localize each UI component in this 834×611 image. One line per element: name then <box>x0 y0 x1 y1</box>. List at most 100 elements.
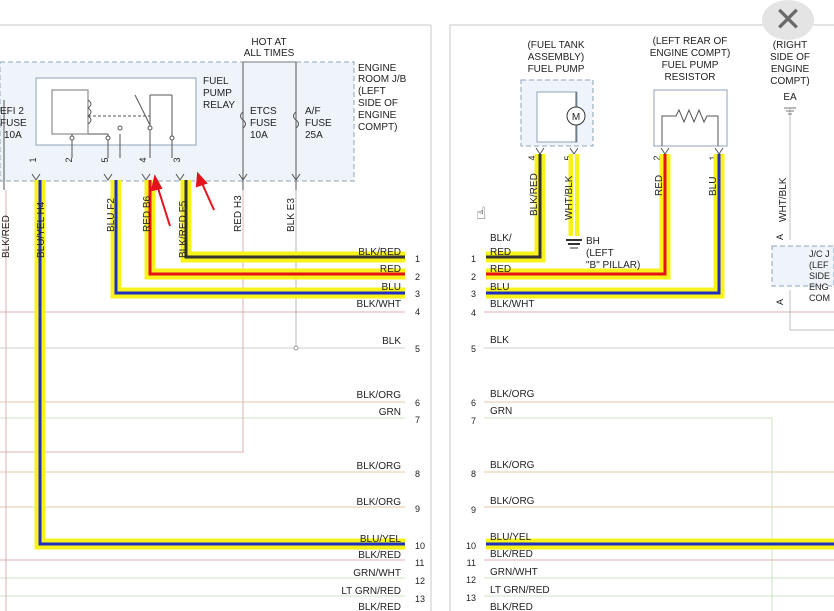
svg-text:A: A <box>775 299 785 305</box>
right-row-pin: 3 <box>471 289 476 299</box>
fuel-tank-label: (FUEL TANK ASSEMBLY) FUEL PUMP <box>527 40 584 75</box>
right-row-label: BLK/ORG <box>490 496 535 507</box>
svg-text:(FUEL TANK: (FUEL TANK <box>527 40 584 51</box>
engine-room-jb-label: ENGINE ROOM J/B (LEFT SIDE OF ENGINE COM… <box>358 63 407 133</box>
left-row-pin: 11 <box>415 558 424 568</box>
svg-text:FUEL PUMP: FUEL PUMP <box>528 64 585 75</box>
right-row-pin: 5 <box>471 344 476 354</box>
pump-pin-numbers: 4 5 2 1 <box>527 155 718 160</box>
svg-text:ENGINE: ENGINE <box>771 64 810 75</box>
right-row-label: RED <box>490 264 511 275</box>
right-row-pin: 13 <box>466 593 476 603</box>
wire-label-wht-blk-pump: WHT/BLK <box>564 175 575 220</box>
left-row-label: BLK/RED <box>358 602 401 611</box>
wire-label-red-h3: RED H3 <box>233 195 244 232</box>
svg-text:HOT AT: HOT AT <box>251 37 286 48</box>
left-row-label: BLK/ORG <box>357 390 402 401</box>
left-row-pin: 9 <box>415 504 420 514</box>
fuel-pump-resistor-box <box>653 89 728 147</box>
left-row-pin: 2 <box>415 272 420 282</box>
right-row-pin: 10 <box>466 541 476 551</box>
connector-arrows-right <box>535 147 724 155</box>
bh-label: BH (LEFT "B" PILLAR) <box>586 236 640 271</box>
right-side-engine-label: (RIGHT SIDE OF ENGINE COMPT) EA <box>770 40 810 103</box>
svg-text:FUEL: FUEL <box>203 76 229 87</box>
svg-text:COMPT): COMPT) <box>358 122 397 133</box>
left-row-pin: 13 <box>415 594 425 604</box>
svg-text:ROOM J/B: ROOM J/B <box>358 74 407 85</box>
left-row-pin: 1 <box>415 254 420 264</box>
svg-text:(LEFT: (LEFT <box>586 248 614 259</box>
left-row-label: BLK <box>382 336 401 347</box>
junction-connector-label: J/C J (LEF SIDE ENG COM <box>809 249 830 303</box>
svg-text:(LEFT REAR OF: (LEFT REAR OF <box>653 36 728 47</box>
svg-text:FUSE: FUSE <box>305 118 332 129</box>
svg-text:(LEF: (LEF <box>809 260 829 270</box>
right-row-label: LT GRN/RED <box>490 585 550 596</box>
left-row-label: LT GRN/RED <box>341 586 401 597</box>
right-row-label: RED <box>490 247 511 258</box>
svg-text:COMPT): COMPT) <box>770 76 809 87</box>
right-row-label: BLK/ <box>490 233 512 244</box>
left-connector-rows: BLK/RED 1 RED 2 BLU 3 BLK/WHT 4 BLK 5 BLK/ORG 6 GRN 7… <box>341 247 425 611</box>
left-row-pin: 3 <box>415 289 420 299</box>
svg-text:"B" PILLAR): "B" PILLAR) <box>586 260 640 271</box>
svg-text:FUSE: FUSE <box>250 118 277 129</box>
svg-text:(LEFT: (LEFT <box>358 86 386 97</box>
svg-text:5: 5 <box>100 157 110 162</box>
wire-label-red-resistor: RED <box>654 175 665 196</box>
resistor-label: (LEFT REAR OF ENGINE COMPT) FUEL PUMP RE… <box>650 36 731 83</box>
wire-label-blk-red-left: BLK/RED <box>1 215 12 258</box>
svg-text:ENGINE: ENGINE <box>358 110 397 121</box>
wiring-diagram: HOT AT ALL TIMES ENGINE ROOM J/B (LEFT S… <box>0 24 834 611</box>
svg-text:FUEL PUMP: FUEL PUMP <box>662 60 719 71</box>
right-row-label: BLK/RED <box>490 602 533 611</box>
left-row-label: GRN <box>379 407 401 418</box>
right-row-pin: 4 <box>471 308 476 318</box>
left-row-pin: 7 <box>415 415 420 425</box>
left-row-label: BLK/WHT <box>357 299 401 310</box>
right-row-pin: 2 <box>471 272 476 282</box>
right-row-label: BLK <box>490 335 509 346</box>
left-row-label: BLK/ORG <box>357 497 402 508</box>
hand-pointer-icon: ☝ <box>476 204 487 223</box>
svg-text:ETCS: ETCS <box>250 106 277 117</box>
left-row-label: GRN/WHT <box>353 568 401 579</box>
close-icon: ✕ <box>773 1 803 39</box>
svg-text:A: A <box>775 234 785 240</box>
svg-text:PUMP: PUMP <box>203 88 232 99</box>
highlighted-wires-left <box>34 180 405 550</box>
left-row-pin: 4 <box>415 307 420 317</box>
left-row-label: RED <box>380 264 401 275</box>
svg-text:ENGINE: ENGINE <box>358 63 397 74</box>
svg-text:ENG: ENG <box>809 282 829 292</box>
wire-label-blu-resistor: BLU <box>708 177 719 196</box>
svg-text:M: M <box>572 112 580 123</box>
wire-blu-yel-circuit <box>34 180 405 550</box>
svg-text:ENGINE COMPT): ENGINE COMPT) <box>650 48 731 59</box>
right-row-pin: 9 <box>471 505 476 515</box>
svg-text:SIDE OF: SIDE OF <box>358 98 398 109</box>
right-row-label: BLK/WHT <box>490 299 534 310</box>
left-row-pin: 8 <box>415 469 420 479</box>
svg-text:J/C J: J/C J <box>809 249 830 259</box>
wire-label-wht-blk-right: WHT/BLK <box>778 177 789 222</box>
left-row-label: BLU <box>382 282 401 293</box>
left-row-label: BLU/YEL <box>360 534 402 545</box>
svg-text:COM: COM <box>809 293 830 303</box>
svg-text:FUSE: FUSE <box>0 118 27 129</box>
right-row-pin: 1 <box>471 254 476 264</box>
right-row-label: GRN <box>490 406 512 417</box>
svg-text:EFI 2: EFI 2 <box>0 106 24 117</box>
right-row-label: GRN/WHT <box>490 567 538 578</box>
close-button[interactable]: ✕ <box>762 0 814 40</box>
wire-label-blk-red-pump: BLK/RED <box>529 173 540 216</box>
right-row-pin: 11 <box>467 558 476 568</box>
right-row-label: BLK/ORG <box>490 389 535 400</box>
svg-text:SIDE: SIDE <box>809 271 830 281</box>
right-row-pin: 8 <box>471 469 476 479</box>
svg-text:3: 3 <box>172 157 182 162</box>
svg-text:25A: 25A <box>305 130 323 141</box>
svg-text:BH: BH <box>586 236 600 247</box>
wire-label-blk-e3: BLK E3 <box>286 198 297 232</box>
